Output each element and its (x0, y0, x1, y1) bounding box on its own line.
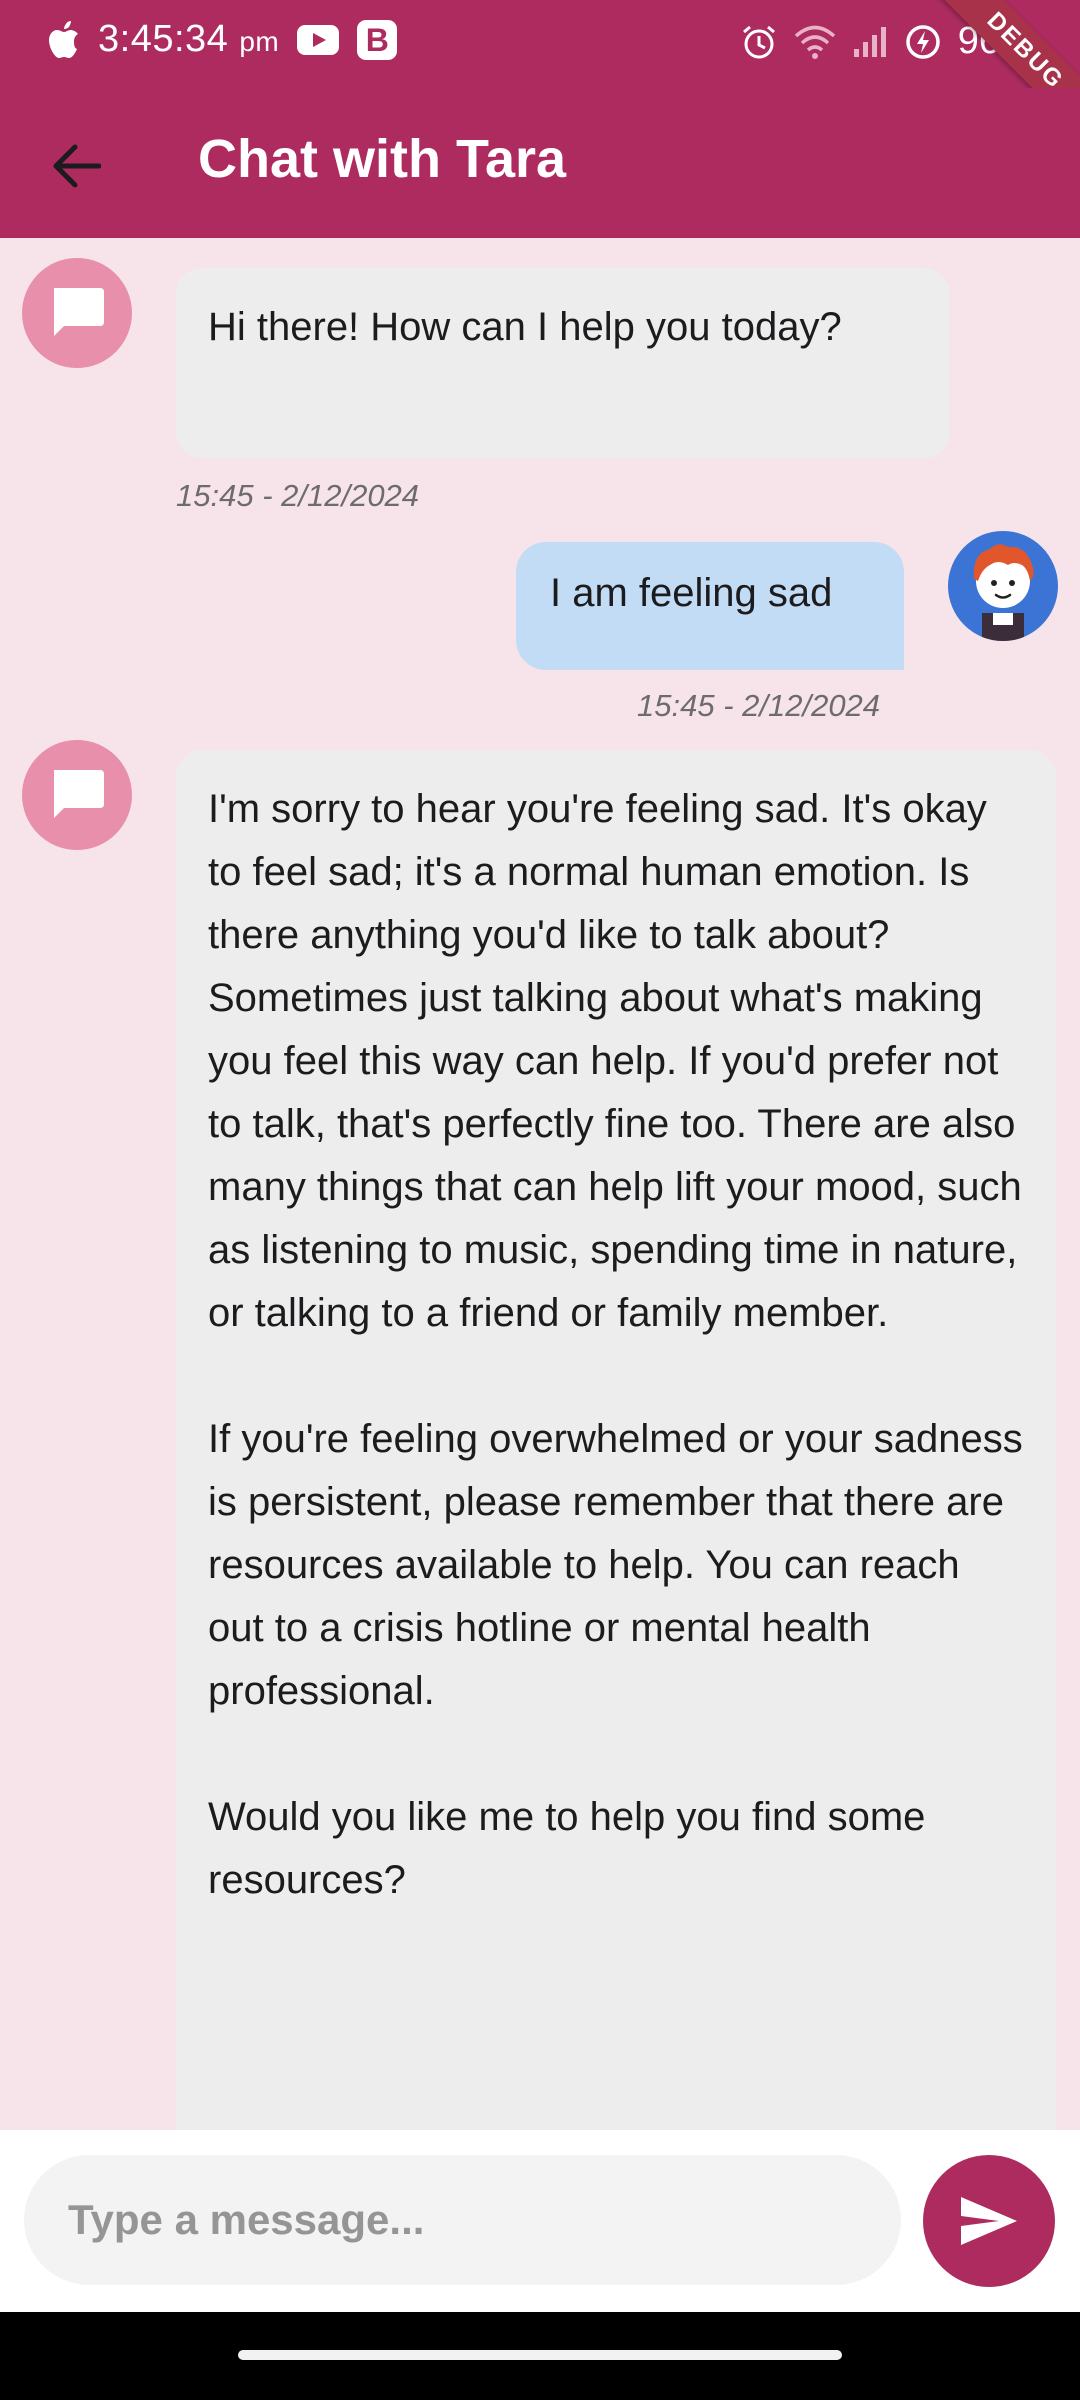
status-right: 96 (740, 20, 1000, 63)
user-avatar (948, 531, 1058, 641)
message-input[interactable] (24, 2155, 901, 2285)
user-cartoon-avatar-icon (973, 544, 1034, 641)
message-timestamp: 15:45 - 2/12/2024 (637, 688, 881, 723)
bot-avatar (22, 258, 132, 368)
status-bar: 3:45:34 pm B 96 DEBUG (0, 0, 1080, 155)
app-bar: Chat with Tara (0, 88, 1080, 238)
message-text: Hi there! How can I help you today? (208, 305, 842, 349)
chat-list[interactable]: Hi there! How can I help you today? 15:4… (0, 238, 1080, 2130)
message-paragraph: I'm sorry to hear you're feeling sad. It… (208, 787, 1022, 1335)
message-paragraph: If you're feeling overwhelmed or your sa… (208, 1417, 1023, 1713)
message-timestamp: 15:45 - 2/12/2024 (176, 478, 420, 513)
message-composer (0, 2130, 1080, 2312)
alarm-icon (742, 25, 775, 58)
arrow-back-icon (53, 144, 101, 188)
back-button[interactable] (36, 126, 116, 206)
send-button[interactable] (923, 2155, 1055, 2287)
send-icon (961, 2197, 1017, 2245)
page-title: Chat with Tara (198, 129, 567, 189)
signal-icon (853, 26, 886, 57)
message-text: I am feeling sad (550, 571, 833, 615)
system-nav-bar (0, 2312, 1080, 2400)
wifi-icon (794, 25, 835, 59)
chat-bubble-icon (54, 770, 104, 818)
b-app-icon: B (357, 19, 398, 60)
user-message-bubble: I am feeling sad (516, 542, 904, 670)
message-paragraph: Would you like me to help you find some … (208, 1795, 926, 1902)
status-time: 3:45:34 pm (98, 18, 280, 60)
bot-message-bubble: I'm sorry to hear you're feeling sad. It… (176, 750, 1056, 2130)
battery-saver-icon (905, 24, 940, 59)
status-left: 3:45:34 pm B (48, 18, 398, 61)
bot-avatar (22, 740, 132, 850)
home-indicator[interactable] (238, 2350, 842, 2360)
youtube-icon (297, 24, 340, 55)
apple-icon (49, 20, 78, 58)
bot-message-bubble: Hi there! How can I help you today? (176, 268, 950, 458)
chat-bubble-icon (54, 288, 104, 336)
